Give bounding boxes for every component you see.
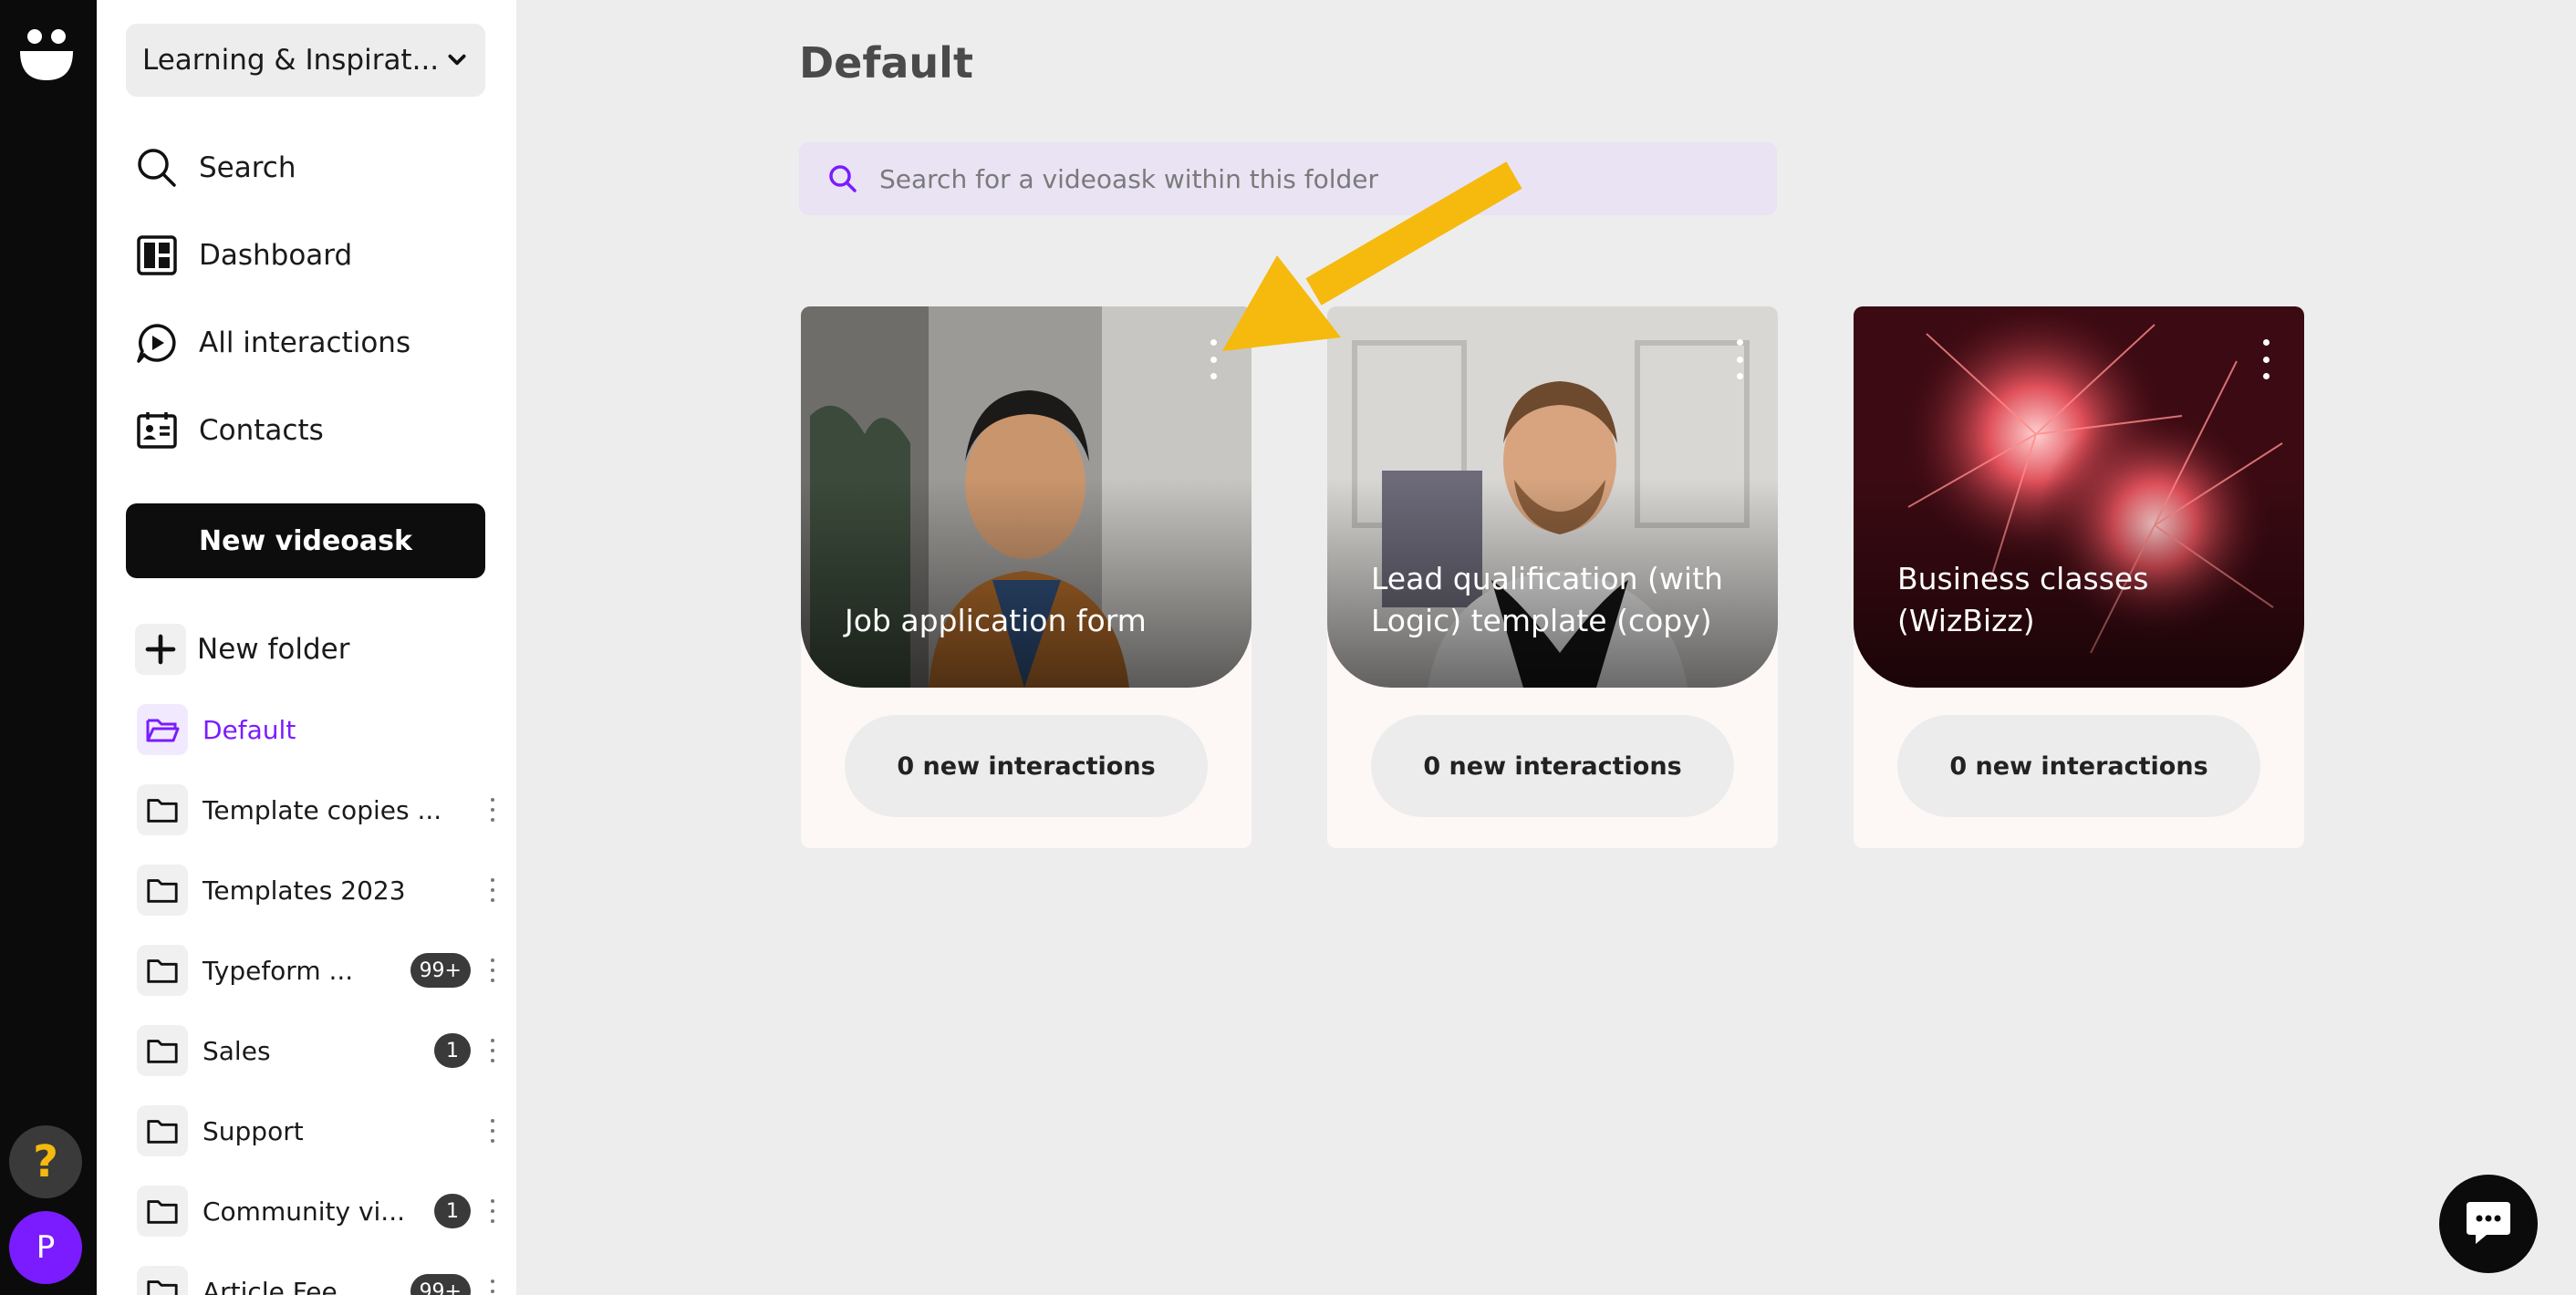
nav-all-interactions-label: All interactions [199,326,411,359]
count-badge: 99+ [410,1274,471,1295]
video-thumbnail[interactable]: Job application form [801,306,1252,688]
folder-menu-icon[interactable] [483,955,502,986]
folder-icon [137,865,188,916]
folder-icon [137,1105,188,1156]
search-icon [138,149,176,187]
folder-label: Template copies ... [203,794,442,825]
avatar-initial: P [36,1229,56,1266]
chat-icon [2467,1202,2510,1244]
folder-menu-icon[interactable] [483,1035,502,1066]
folder-icon [137,1186,188,1237]
folder-item-template-copies[interactable]: Template copies ... [137,781,502,839]
folder-menu-icon[interactable] [483,794,502,825]
folder-item-support[interactable]: Support [137,1102,502,1160]
nav-search-label: Search [199,151,296,184]
nav-contacts[interactable]: Contacts [135,403,324,458]
nav-contacts-label: Contacts [199,414,324,447]
folder-label: Community vi... [203,1196,406,1227]
interactions-pill[interactable]: 0 new interactions [1371,715,1734,817]
nav-search[interactable]: Search [135,140,296,195]
folder-item-article-fee[interactable]: Article Fee... 99+ [137,1262,502,1295]
folder-search[interactable] [799,142,1777,215]
folder-search-input[interactable] [878,162,1750,195]
count-badge: 99+ [410,953,471,988]
card-title: Job application form [845,603,1147,638]
card-menu-icon[interactable] [1734,339,1745,379]
page-title: Default [799,38,973,88]
contacts-icon [137,412,177,449]
folder-label: Typeform ... [203,955,354,986]
search-icon [829,165,857,192]
interactions-icon [137,324,176,363]
nav-dashboard-label: Dashboard [199,239,353,272]
folder-icon [137,945,188,996]
folder-item-default[interactable]: Default [137,700,502,759]
folder-label: Sales [203,1035,271,1066]
folder-menu-icon[interactable] [483,1196,502,1227]
workspace-selector[interactable]: Learning & Inspirat... [126,24,485,97]
folder-label: Support [203,1115,304,1146]
chevron-down-icon [448,54,466,66]
user-avatar[interactable]: P [9,1211,82,1284]
card-menu-icon[interactable] [1208,339,1219,379]
videoask-logo-icon[interactable] [16,27,77,82]
card-menu-icon[interactable] [2260,339,2271,379]
folder-item-typeform[interactable]: Typeform ... 99+ [137,941,502,1000]
sidebar: Learning & Inspirat... Search Dashboard … [97,0,516,1295]
card-title: Lead qualification (with Logic) template… [1371,561,1723,638]
folder-menu-icon[interactable] [483,1276,502,1295]
workspace-name: Learning & Inspirat... [142,44,440,77]
chat-button[interactable] [2439,1175,2538,1273]
folder-icon [137,1025,188,1076]
new-folder-button[interactable]: New folder [135,622,349,677]
folder-item-templates-2023[interactable]: Templates 2023 [137,861,502,919]
folder-menu-icon[interactable] [483,1115,502,1146]
new-videoask-button[interactable]: New videoask [126,503,485,578]
folder-label: Default [203,714,296,745]
count-badge: 1 [434,1194,471,1228]
nav-dashboard[interactable]: Dashboard [135,228,352,283]
card-title: Business classes (WizBizz) [1897,561,2149,638]
nav-all-interactions[interactable]: All interactions [135,316,410,370]
folder-item-sales[interactable]: Sales 1 [137,1021,502,1080]
app-rail: ? P [0,0,97,1295]
plus-icon [135,624,186,675]
help-icon: ? [33,1136,58,1187]
interactions-pill[interactable]: 0 new interactions [1897,715,2260,817]
video-thumbnail[interactable]: Lead qualification (with Logic) template… [1327,306,1778,688]
dashboard-icon [137,235,177,275]
count-badge: 1 [434,1033,471,1068]
folder-menu-icon[interactable] [483,875,502,906]
videoask-card[interactable]: Lead qualification (with Logic) template… [1327,306,1778,848]
folder-label: Templates 2023 [203,875,406,906]
new-folder-label: New folder [197,633,350,666]
video-thumbnail[interactable]: Business classes (WizBizz) [1854,306,2304,688]
folder-icon [137,784,188,835]
videoask-card[interactable]: Business classes (WizBizz) 0 new interac… [1854,306,2304,848]
interactions-pill[interactable]: 0 new interactions [845,715,1208,817]
videoask-card[interactable]: Job application form 0 new interactions [801,306,1252,848]
folder-open-icon [137,704,188,755]
folder-icon [137,1266,188,1295]
folder-item-community[interactable]: Community vi... 1 [137,1182,502,1240]
folder-label: Article Fee... [203,1276,362,1295]
help-button[interactable]: ? [9,1125,82,1198]
